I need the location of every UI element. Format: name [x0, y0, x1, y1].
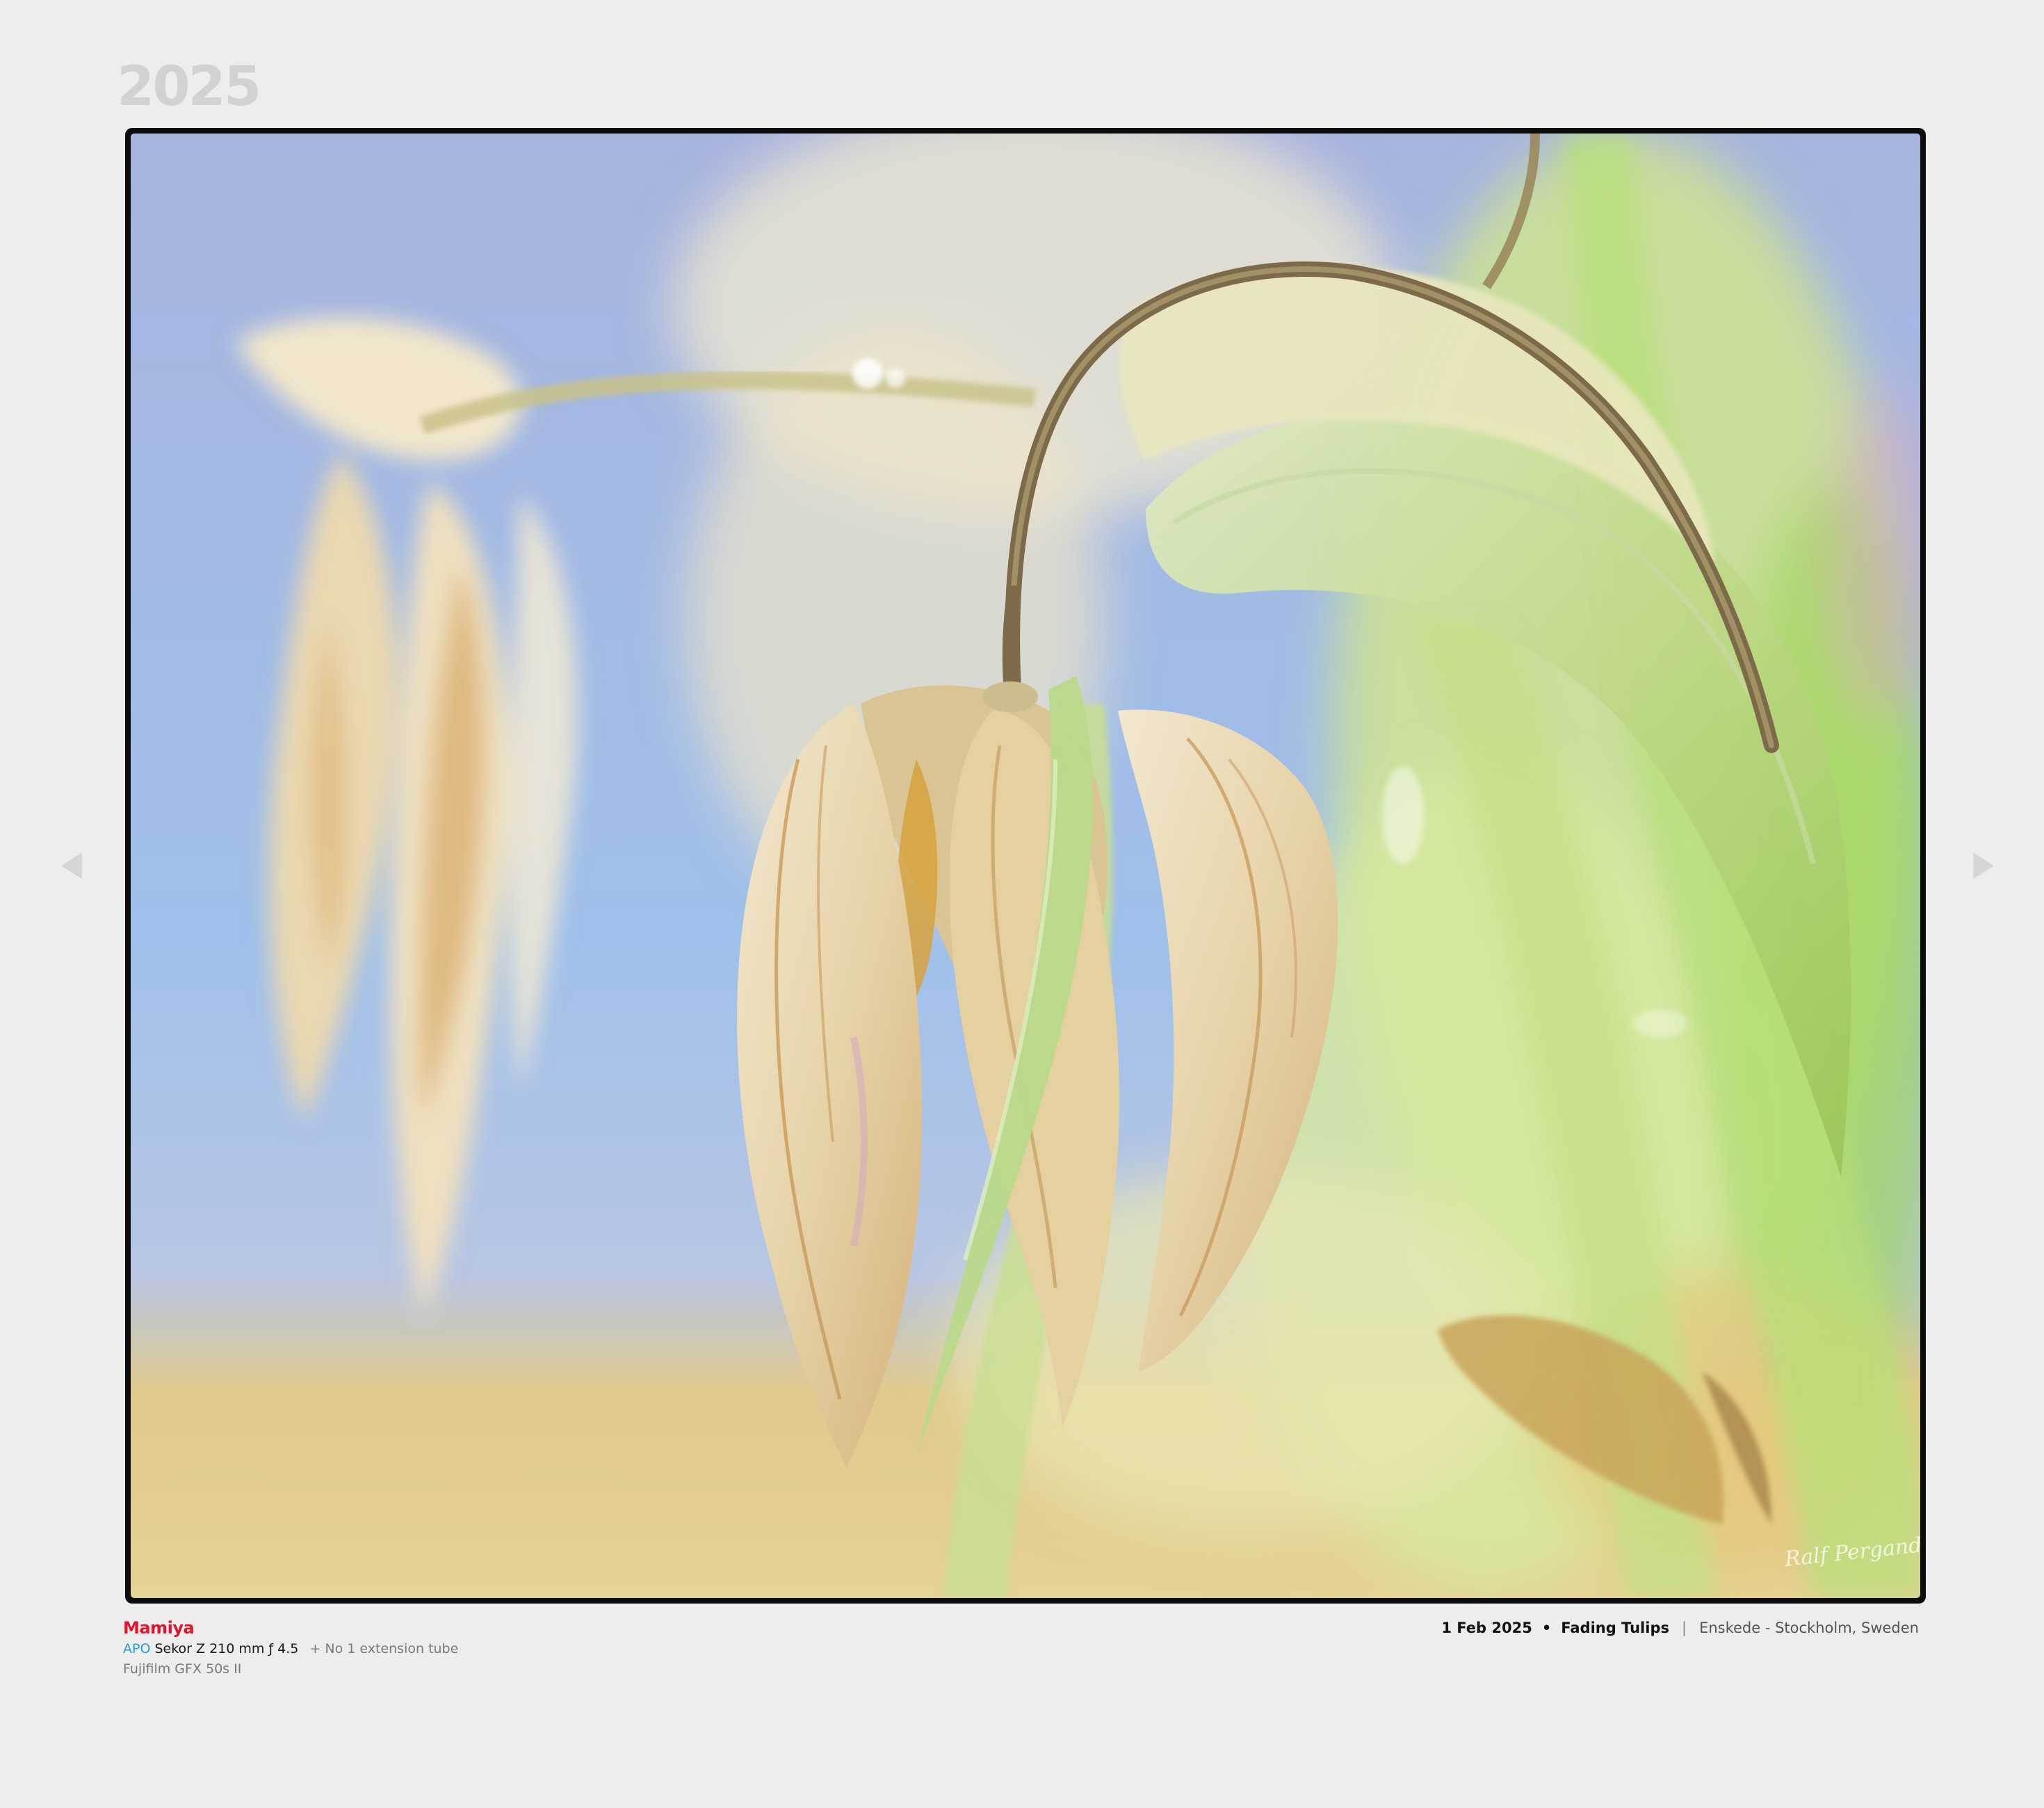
- lens-name: Sekor Z 210 mm ƒ 4.5: [154, 1641, 299, 1656]
- previous-photo-button[interactable]: [61, 853, 82, 879]
- photo-details: 1 Feb 2025 • Fading Tulips | Enskede - Stock…: [1441, 1617, 1919, 1638]
- gallery-page: 2025 Ralf Pergande Mamiya APO Sekor Z 21…: [0, 0, 2044, 1808]
- year-heading: 2025: [117, 56, 261, 118]
- equipment-caption: Mamiya APO Sekor Z 210 mm ƒ 4.5 + No 1 e…: [123, 1617, 458, 1679]
- lens-line: APO Sekor Z 210 mm ƒ 4.5 + No 1 extensio…: [123, 1638, 458, 1659]
- separator-dot: •: [1541, 1620, 1552, 1636]
- lens-brand: Mamiya: [123, 1618, 195, 1638]
- separator-bar: |: [1681, 1620, 1687, 1636]
- lens-extra: + No 1 extension tube: [309, 1641, 459, 1656]
- photo-title: Fading Tulips: [1561, 1620, 1669, 1636]
- next-photo-button[interactable]: [1973, 853, 1994, 879]
- photo: Ralf Pergande: [131, 134, 1920, 1598]
- lens-prefix: APO: [123, 1641, 151, 1656]
- photo-date: 1 Feb 2025: [1441, 1620, 1532, 1636]
- photo-frame: Ralf Pergande: [125, 128, 1926, 1604]
- camera-name: Fujifilm GFX 50s II: [123, 1661, 242, 1677]
- photo-location: Enskede - Stockholm, Sweden: [1699, 1620, 1919, 1636]
